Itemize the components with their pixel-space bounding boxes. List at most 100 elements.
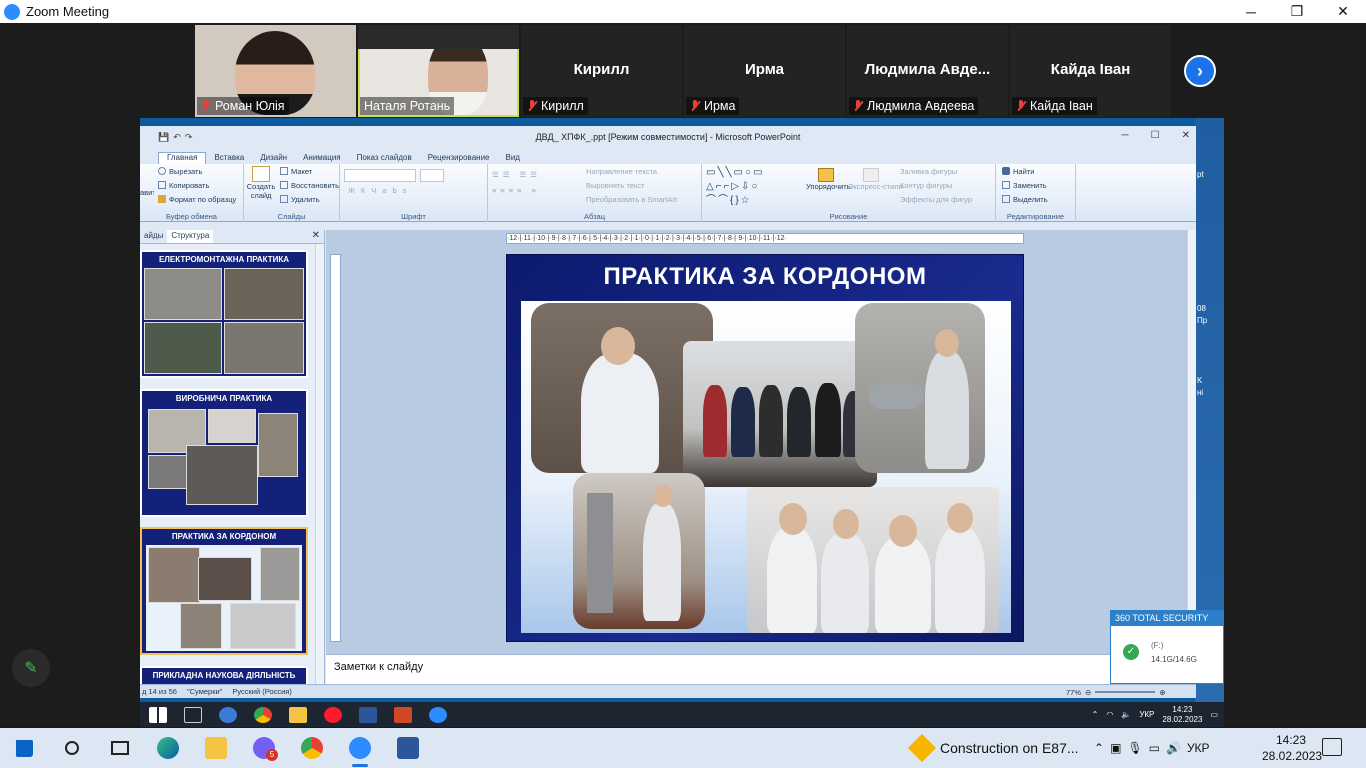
zoom-out-icon[interactable]: ⊖ xyxy=(1085,688,1091,697)
format-painter-button[interactable]: Формат по образцу xyxy=(158,193,236,207)
tab-slideshow[interactable]: Показ слайдов xyxy=(349,153,420,164)
annotate-pen-icon[interactable]: ✎ xyxy=(12,649,50,687)
shape-fill-button[interactable]: Заливка фигуры xyxy=(900,165,972,179)
volume-icon[interactable]: 🔊 xyxy=(1166,741,1181,755)
font-name-select[interactable] xyxy=(344,169,416,182)
list-buttons[interactable]: ☰☰ ☰☰ xyxy=(492,168,541,182)
opera-icon[interactable] xyxy=(323,706,342,723)
zoom-in-icon[interactable]: ⊕ xyxy=(1159,688,1165,697)
current-slide[interactable]: ПРАКТИКА ЗА КОРДОНОМ xyxy=(506,254,1024,642)
slide-counter: д 14 из 56 xyxy=(142,687,177,696)
copy-button[interactable]: Копировать xyxy=(158,179,236,193)
participant-tile[interactable]: Ирма Ирма xyxy=(684,25,845,117)
arrange-button[interactable]: Упорядочить xyxy=(806,168,851,192)
convert-smartart-button[interactable]: Преобразовать в SmartArt xyxy=(586,193,677,207)
clock[interactable]: 14:23 28.02.2023 xyxy=(1262,732,1322,764)
align-buttons[interactable]: ≡≡≡≡ ≡ xyxy=(492,184,540,198)
shapes-gallery[interactable]: ▭╲╲▭○▭ △⌐⌐▷⇩○ ⌒⌒{}☆ xyxy=(706,166,798,208)
paste-button[interactable]: авить xyxy=(140,186,154,200)
font-size-select[interactable] xyxy=(420,169,444,182)
zoom-app-icon[interactable] xyxy=(428,706,447,723)
tab-design[interactable]: Дизайн xyxy=(252,153,295,164)
cut-button[interactable]: Вырезать xyxy=(158,165,236,179)
network-icon[interactable]: ▭ xyxy=(1149,741,1160,755)
participant-tile-active-speaker[interactable]: Наталя Ротань xyxy=(358,25,519,117)
chevron-up-icon[interactable]: ⌃ xyxy=(1094,741,1104,755)
task-view-icon[interactable] xyxy=(183,706,202,723)
person-head xyxy=(889,515,917,547)
ppt-minimize-button[interactable]: ─ xyxy=(1122,130,1129,141)
remote-lang[interactable]: УКР xyxy=(1139,710,1154,719)
participant-tile[interactable]: Людмила Авде... Людмила Авдеева xyxy=(847,25,1008,117)
notes-pane[interactable]: Заметки к слайду xyxy=(326,654,1196,684)
security-notification[interactable]: 360 TOTAL SECURITY ✓ (F:) 14.1G/14.6G xyxy=(1110,610,1224,684)
notification-center-icon[interactable] xyxy=(1322,738,1342,756)
tab-outline[interactable]: Структура xyxy=(167,230,214,243)
layout-button[interactable]: Макет xyxy=(280,165,339,179)
select-button[interactable]: Выделить xyxy=(1002,193,1048,207)
align-text-button[interactable]: Выровнять текст xyxy=(586,179,677,193)
editor-scrollbar[interactable] xyxy=(1187,230,1196,654)
new-slide-button[interactable]: Создать слайд xyxy=(246,166,276,200)
camera-icon[interactable]: ▣ xyxy=(1110,741,1121,755)
slide-thumbnail[interactable]: ПРИКЛАДНА НАУКОВА ДІЯЛЬНІСТЬ xyxy=(140,666,308,686)
windows-start-icon[interactable] xyxy=(148,706,167,723)
chrome-icon[interactable] xyxy=(253,706,272,723)
shape-effects-button[interactable]: Эффекты для фигур xyxy=(900,193,972,207)
ppt-close-button[interactable]: ✕ xyxy=(1182,130,1190,141)
wifi-icon[interactable]: ◠ xyxy=(1106,710,1113,719)
text-direction-button[interactable]: Направление текста xyxy=(586,165,677,179)
minimize-button[interactable]: ─ xyxy=(1228,0,1274,23)
powerpoint-icon[interactable] xyxy=(393,706,412,723)
notifications-icon[interactable]: ▭ xyxy=(1210,710,1218,719)
restore-button[interactable]: ❐ xyxy=(1274,0,1320,23)
language-indicator[interactable]: УКР xyxy=(1187,741,1210,755)
next-page-arrow-icon[interactable]: › xyxy=(1184,55,1216,87)
slide-thumbnail[interactable]: ЕЛЕКТРОМОНТАЖНА ПРАКТИКА xyxy=(140,250,308,378)
replace-button[interactable]: Заменить xyxy=(1002,179,1048,193)
tab-home[interactable]: Главная xyxy=(158,152,207,164)
edge-button[interactable] xyxy=(144,728,192,768)
microphone-icon[interactable]: 🎙 xyxy=(1127,741,1142,755)
word-button[interactable] xyxy=(384,728,432,768)
word-icon[interactable] xyxy=(358,706,377,723)
zoom-button[interactable] xyxy=(336,728,384,768)
tab-animation[interactable]: Анимация xyxy=(295,153,349,164)
close-button[interactable]: ✕ xyxy=(1320,0,1366,23)
slide-thumbnail-selected[interactable]: ПРАКТИКА ЗА КОРДОНОМ xyxy=(140,527,308,655)
chrome-button[interactable] xyxy=(288,728,336,768)
find-button[interactable]: Найти xyxy=(1002,165,1048,179)
volume-icon[interactable]: 🔈 xyxy=(1121,710,1131,719)
file-explorer-button[interactable] xyxy=(192,728,240,768)
tab-view[interactable]: Вид xyxy=(498,153,528,164)
tab-review[interactable]: Рецензирование xyxy=(420,153,498,164)
slide-thumbnail[interactable]: ВИРОБНИЧА ПРАКТИКА xyxy=(140,389,308,517)
start-button[interactable] xyxy=(0,728,48,768)
participant-tile[interactable]: Роман Юлія xyxy=(195,25,356,117)
zoom-track[interactable] xyxy=(1095,691,1156,693)
ppt-statusbar: д 14 из 56 "Сумерки" Русский (Россия) 77… xyxy=(140,684,1196,698)
font-format-buttons[interactable]: ЖКЧabs xyxy=(348,184,412,198)
tab-slides[interactable]: айды xyxy=(140,230,167,243)
news-widget[interactable]: Construction on E87... xyxy=(907,728,1079,768)
viber-button[interactable]: 5 xyxy=(240,728,288,768)
ppt-maximize-button[interactable]: ☐ xyxy=(1151,130,1160,141)
close-pane-icon[interactable]: ✕ xyxy=(312,230,320,241)
explorer-icon[interactable] xyxy=(288,706,307,723)
quick-styles-button[interactable]: Экспресс-стили xyxy=(848,168,903,192)
zoom-control[interactable]: 77% ⊖ ⊕ xyxy=(1066,688,1176,697)
search-button[interactable] xyxy=(48,728,96,768)
reset-button[interactable]: Восстановить xyxy=(280,179,339,193)
participant-tile[interactable]: Кирилл Кирилл xyxy=(521,25,682,117)
slide-title[interactable]: ПРАКТИКА ЗА КОРДОНОМ xyxy=(507,263,1023,291)
outlook-icon[interactable] xyxy=(218,706,237,723)
participant-tile[interactable]: Кайда Іван Кайда Іван xyxy=(1010,25,1171,117)
delete-slide-button[interactable]: Удалить xyxy=(280,193,339,207)
shape-outline-button[interactable]: Контур фигуры xyxy=(900,179,972,193)
chevron-up-icon[interactable]: ⌃ xyxy=(1092,710,1099,719)
slides-pane-scrollbar[interactable] xyxy=(315,244,324,684)
language[interactable]: Русский (Россия) xyxy=(232,687,292,696)
task-view-button[interactable] xyxy=(96,728,144,768)
remote-clock[interactable]: 14:23 28.02.2023 xyxy=(1162,705,1202,725)
tab-insert[interactable]: Вставка xyxy=(206,153,252,164)
